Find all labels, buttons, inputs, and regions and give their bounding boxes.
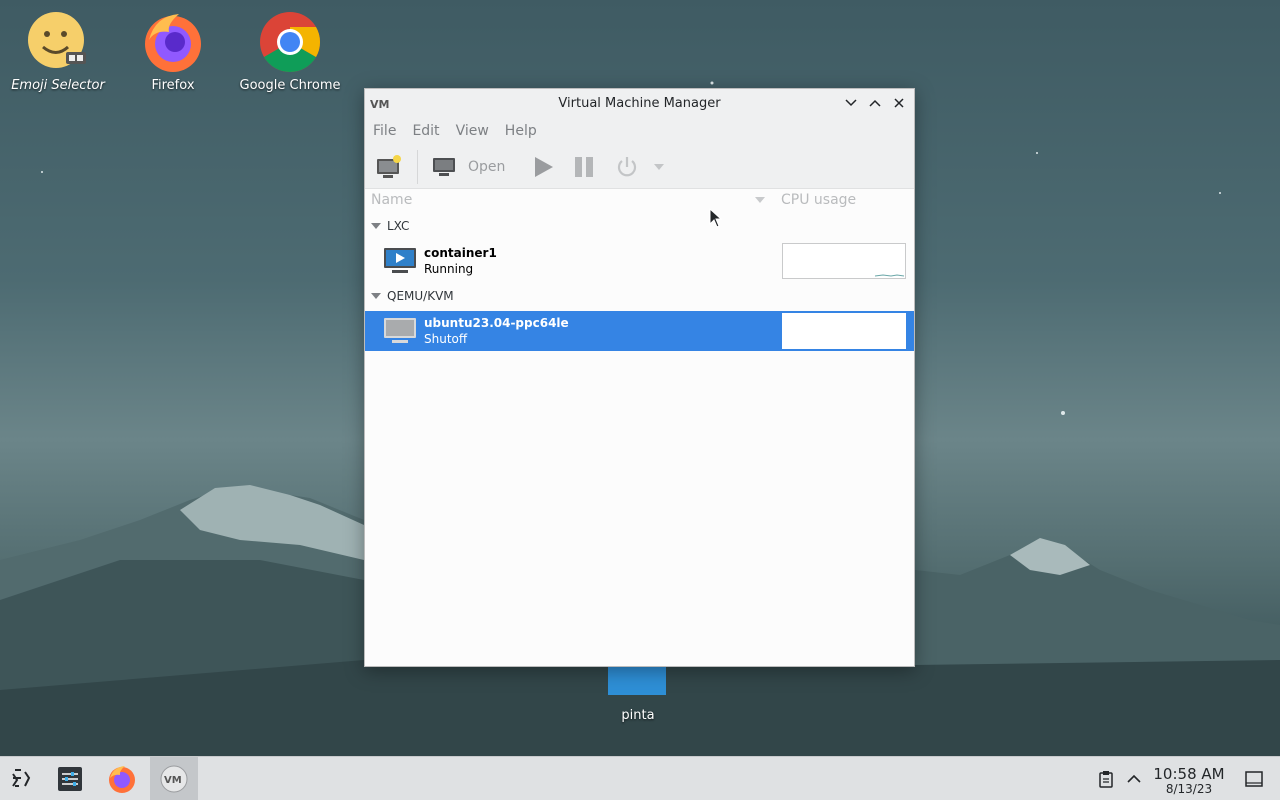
vm-name: ubuntu23.04-ppc64le (424, 316, 569, 330)
group-label: LXC (387, 219, 410, 233)
desktop-icon-label: Emoji Selector (11, 78, 105, 93)
expander-down-icon (371, 293, 381, 299)
cpu-sparkline (874, 274, 905, 277)
desktop-icon-pinta[interactable]: pinta (608, 667, 668, 723)
vm-row-container1[interactable]: container1 Running (365, 241, 914, 281)
new-vm-button[interactable] (375, 151, 403, 183)
open-button-label: Open (468, 158, 506, 175)
vm-row-ubuntu23-04-ppc64le[interactable]: ubuntu23.04-ppc64le Shutoff (365, 311, 914, 351)
chrome-icon (258, 10, 322, 74)
chevron-down-icon (845, 99, 857, 107)
chevron-up-icon (1127, 774, 1141, 783)
show-desktop-icon (1245, 771, 1263, 787)
toolbar-separator (417, 149, 418, 184)
new-vm-icon (377, 154, 401, 178)
menu-edit[interactable]: Edit (412, 123, 439, 139)
menu-bar: File Edit View Help (365, 117, 914, 145)
vm-name: container1 (424, 246, 497, 260)
expander-down-icon (371, 223, 381, 229)
cpu-usage-graph (782, 243, 906, 279)
sort-arrow-icon[interactable] (754, 196, 766, 204)
desktop-icon-emoji-selector[interactable]: Emoji Selector (3, 10, 113, 94)
mouse-cursor-icon (709, 208, 723, 228)
menu-help[interactable]: Help (505, 123, 537, 139)
power-icon (618, 156, 637, 176)
svg-text:VM: VM (370, 98, 389, 109)
close-button[interactable] (890, 94, 908, 112)
vm-shutoff-icon (384, 318, 416, 343)
shutdown-menu-button[interactable] (653, 151, 665, 183)
menu-file[interactable]: File (373, 123, 396, 139)
vm-status: Running (424, 262, 474, 276)
menu-view[interactable]: View (456, 123, 489, 139)
clock-date: 8/13/23 (1165, 782, 1213, 796)
column-cpu-usage[interactable]: CPU usage (781, 192, 856, 208)
maximize-button[interactable] (866, 94, 884, 112)
toolbar: Open (365, 145, 914, 189)
monitor-icon (433, 157, 455, 176)
cpu-usage-graph (782, 313, 906, 349)
group-label: QEMU/KVM (387, 289, 454, 303)
tray-expand-button[interactable] (1123, 757, 1145, 800)
desktop-icon-label: Google Chrome (239, 78, 341, 93)
window-title: Virtual Machine Manager (558, 95, 721, 111)
firefox-icon (141, 10, 205, 74)
shutdown-button[interactable] (615, 151, 639, 183)
desktop-icon-firefox[interactable]: Firefox (118, 10, 228, 94)
svg-text:VM: VM (164, 775, 182, 786)
taskbar-system-settings[interactable] (50, 757, 90, 800)
taskbar: VM 10:58 AM 8/13/23 (0, 756, 1280, 800)
pause-icon (575, 156, 594, 177)
minimize-button[interactable] (842, 94, 860, 112)
chevron-up-icon (869, 99, 881, 107)
vm-status: Shutoff (424, 332, 468, 346)
digital-clock[interactable]: 10:58 AM 8/13/23 (1150, 766, 1228, 796)
tray-clipboard[interactable] (1094, 757, 1118, 800)
pause-button[interactable] (573, 151, 595, 183)
clipboard-icon (1099, 771, 1113, 788)
emoji-selector-icon (26, 10, 90, 74)
play-icon (535, 156, 554, 177)
clock-time: 10:58 AM (1153, 765, 1225, 783)
desktop-icon-label: Firefox (151, 78, 195, 93)
dropdown-arrow-icon (654, 163, 665, 170)
desktop-icon-google-chrome[interactable]: Google Chrome (235, 10, 345, 94)
open-button[interactable]: Open (432, 151, 505, 183)
desktop-icon-label: pinta (621, 708, 655, 723)
taskbar-firefox[interactable] (100, 757, 144, 800)
close-icon (894, 98, 904, 108)
launcher-icon (12, 769, 31, 787)
run-button[interactable] (531, 151, 555, 183)
virt-manager-app-icon: VM (370, 98, 389, 109)
settings-icon (58, 767, 82, 791)
column-name[interactable]: Name (371, 192, 412, 208)
taskbar-virt-manager[interactable]: VM (150, 757, 198, 800)
application-launcher-button[interactable] (2, 757, 42, 800)
window-titlebar[interactable]: VM Virtual Machine Manager (365, 89, 914, 117)
column-header: Name CPU usage (365, 189, 914, 211)
virt-manager-icon: VM (160, 765, 188, 793)
pinta-icon (608, 667, 666, 695)
show-desktop-button[interactable] (1240, 757, 1268, 800)
connection-group-lxc[interactable]: LXC (365, 211, 914, 241)
firefox-icon (109, 766, 135, 793)
vm-running-icon (384, 248, 416, 273)
connection-group-qemu-kvm[interactable]: QEMU/KVM (365, 281, 914, 311)
virt-manager-window: VM Virtual Machine Manager File Edit Vie… (364, 88, 915, 667)
